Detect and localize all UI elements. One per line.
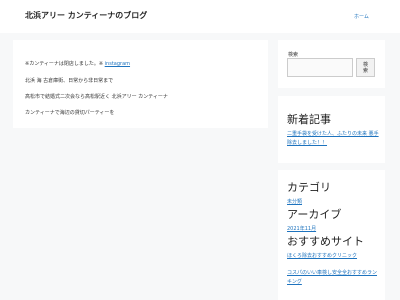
recommend-heading: おすすめサイト — [287, 235, 364, 248]
party-line: カンティーナで海辺の貸切パーティーを — [25, 110, 115, 116]
tagline: 北浜 海 古倉庫街、日常から非日常まで — [25, 78, 114, 84]
search-label: 検索 — [288, 52, 299, 58]
instagram-link[interactable]: instagram — [105, 61, 130, 67]
recommend-link-ranking[interactable]: コスパのいい車検し安全全おすすめランキング — [287, 269, 379, 287]
search-input[interactable] — [287, 58, 353, 77]
closed-notice-text: ※カンティーナは閉店しました。※ — [25, 61, 105, 67]
archive-heading: アーカイブ — [287, 208, 342, 221]
recent-posts-widget: 新着記事 二重手袋を受けた人、ふたりの未来 悪手除去しました！！ — [278, 96, 385, 163]
search-button[interactable]: 検 索 — [356, 58, 375, 77]
search-button-label-2: 索 — [362, 68, 368, 74]
nav-home-link[interactable]: ホーム — [354, 13, 369, 20]
search-widget: 検索 検 索 — [278, 40, 385, 88]
description-line: 高松市で結婚式二次会なら高松駅近く 北浜アリー カンティーナ — [25, 94, 168, 100]
site-header: 北浜アリー カンティーナのブログ ホーム — [0, 0, 400, 33]
main-content-card: ※カンティーナは閉店しました。※ instagram 北浜 海 古倉庫街、日常か… — [13, 40, 268, 128]
recommend-link-clinic[interactable]: ほくろ除去おすすめクリニック — [287, 252, 357, 259]
closed-notice: ※カンティーナは閉店しました。※ instagram — [25, 60, 130, 67]
recent-post-link[interactable]: 二重手袋を受けた人、ふたりの未来 悪手除去しました！！ — [287, 130, 379, 148]
archive-link[interactable]: 2021年11月 — [287, 225, 316, 232]
sidebar-widgets: カテゴリ 未分類 アーカイブ 2021年11月 おすすめサイト ほくろ除去おすす… — [278, 170, 385, 300]
site-title[interactable]: 北浜アリー カンティーナのブログ — [25, 10, 147, 21]
category-heading: カテゴリ — [287, 181, 331, 194]
category-link[interactable]: 未分類 — [287, 198, 302, 205]
recent-posts-heading: 新着記事 — [287, 113, 331, 126]
